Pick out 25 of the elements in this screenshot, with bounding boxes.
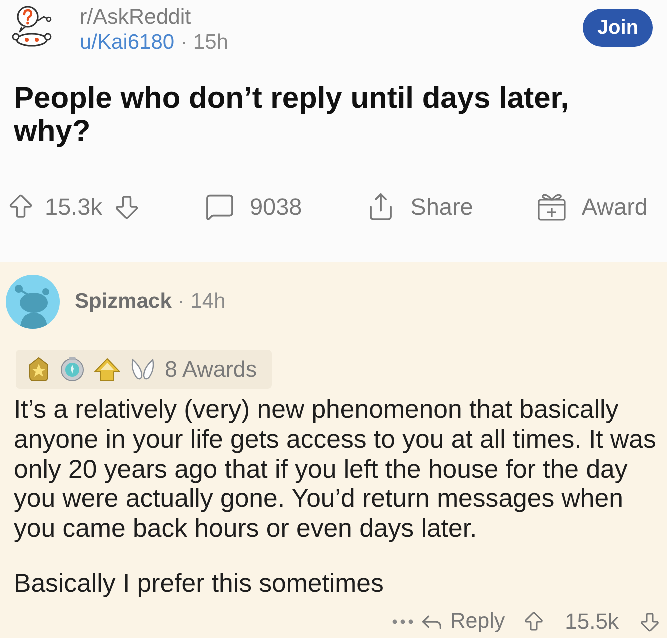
- join-button[interactable]: Join: [583, 9, 653, 47]
- award-button[interactable]: Award: [536, 192, 648, 222]
- comment-paragraph: Basically I prefer this sometimes: [13, 570, 385, 600]
- comment-author[interactable]: Spizmack: [75, 290, 172, 314]
- subreddit-link[interactable]: r/AskReddit: [80, 4, 192, 30]
- post-age: · 15h: [180, 31, 228, 55]
- share-button[interactable]: Share: [366, 192, 474, 222]
- comment-age: · 14h: [178, 290, 226, 314]
- reply-button[interactable]: Reply: [419, 608, 506, 635]
- gift-icon: [536, 192, 567, 222]
- awards-count: 8 Awards: [165, 356, 258, 382]
- comment-score: 15.5k: [565, 608, 619, 635]
- awards-strip[interactable]: 8 Awards: [16, 350, 272, 389]
- arrow-award-icon: [94, 358, 121, 382]
- vote-score: 15.3k: [45, 194, 102, 220]
- comment-icon: [204, 192, 235, 222]
- post-title: People who don’t reply until days later, why?: [13, 82, 570, 148]
- double-loop-icon: [130, 358, 156, 382]
- more-icon[interactable]: [392, 618, 414, 625]
- avatar-icon[interactable]: [6, 275, 60, 329]
- comment-paragraph: It’s a relatively (very) new phenomenon that basically anyone in your life gets access to you at all times. It was only 20 years ago that if you left the house for the day you were actually gone. You’d return messages when you came back hours or even days later.: [13, 396, 658, 545]
- medal-icon: [60, 357, 85, 382]
- star-badge-icon: [27, 357, 51, 382]
- comments-button[interactable]: 9038: [204, 192, 302, 222]
- author-link[interactable]: u/Kai6180: [80, 31, 175, 55]
